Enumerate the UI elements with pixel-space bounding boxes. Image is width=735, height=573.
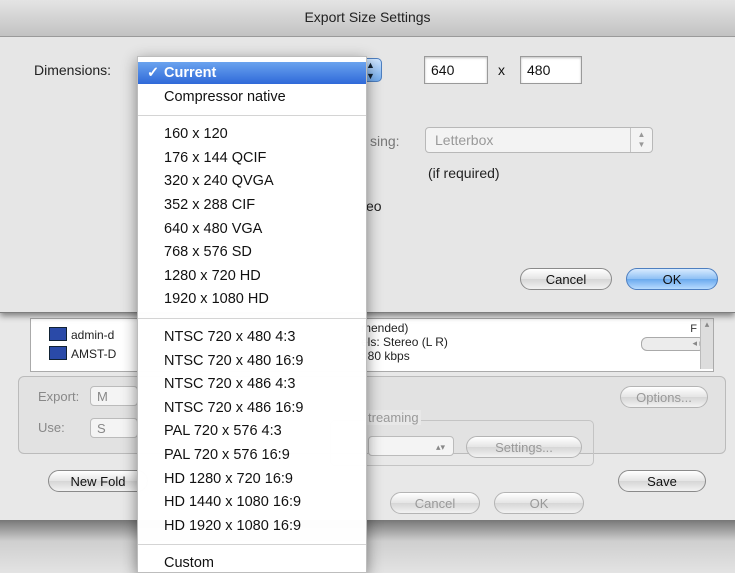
menu-item[interactable]: NTSC 720 x 480 16:9 [138,350,366,372]
file-item-1-label: admin-d [71,328,115,342]
file-info-line-1: mended) [361,321,409,335]
menu-item-label: Custom [164,555,214,572]
resizing-popup[interactable]: Letterbox ▲ ▼ [425,127,653,153]
chevron-down-icon: ▼ [366,71,375,81]
ok-button[interactable]: OK [626,268,718,290]
streaming-legend: treaming [366,410,421,425]
menu-item[interactable]: 352 x 288 CIF [138,194,366,216]
menu-item[interactable]: HD 1440 x 1080 16:9 [138,491,366,513]
menu-item[interactable]: HD 1920 x 1080 16:9 [138,515,366,537]
use-popup[interactable]: S [90,418,138,438]
cancel-button[interactable]: Cancel [520,268,612,290]
menu-item-label: NTSC 720 x 486 4:3 [164,376,296,393]
menu-item[interactable]: 1280 x 720 HD [138,265,366,287]
file-info-line-2: els: Stereo (L R) [361,335,448,349]
bg-ok-button[interactable]: OK [494,492,584,514]
if-required-note: (if required) [428,165,500,181]
menu-item-label: NTSC 720 x 486 16:9 [164,399,304,416]
menu-item[interactable]: ✓ Current [138,62,366,84]
menu-item[interactable]: NTSC 720 x 486 16:9 [138,397,366,419]
options-button[interactable]: Options... [620,386,708,408]
menu-item-label: 320 x 240 QVGA [164,173,274,190]
monitor-icon [49,346,67,360]
menu-item-label: 768 x 576 SD [164,244,252,261]
checkmark-icon: ✓ [147,65,160,81]
file-list-column-label: F [690,323,697,335]
export-size-settings-sheet: Export Size Settings Dimensions: ▲ ▼ 640 … [0,0,735,313]
menu-item[interactable]: NTSC 720 x 486 4:3 [138,373,366,395]
menu-separator [138,115,366,117]
file-item-1[interactable]: admin-d [49,327,114,342]
menu-item-label: Compressor native [164,88,286,105]
resizing-label: sing: [370,133,400,149]
chevron-up-icon: ▲ [366,60,375,70]
menu-item-label: Current [164,65,217,81]
menu-item[interactable]: Custom [138,552,366,572]
menu-item-label: 176 x 144 QCIF [164,149,267,166]
popup-arrows-icon: ▲ ▼ [630,128,652,152]
menu-item-label: 1920 x 1080 HD [164,291,269,308]
menu-item[interactable]: NTSC 720 x 480 4:3 [138,326,366,348]
file-item-2[interactable]: AMST-D [49,346,116,360]
menu-item[interactable]: PAL 720 x 576 4:3 [138,420,366,442]
menu-item-label: HD 1280 x 720 16:9 [164,470,293,487]
menu-item[interactable]: Compressor native [138,86,366,108]
file-info-line-3: : 80 kbps [361,349,410,363]
horizontal-scrollbar[interactable]: ◂ ▸ [641,337,705,351]
sheet-title: Export Size Settings [0,0,735,37]
menu-item-label: 352 x 288 CIF [164,197,256,213]
menu-item-label: PAL 720 x 576 4:3 [164,423,282,440]
menu-item[interactable]: 640 x 480 VGA [138,218,366,240]
window-bottom-strip [0,520,735,573]
bg-cancel-button[interactable]: Cancel [390,492,480,514]
menu-item[interactable]: 1920 x 1080 HD [138,288,366,310]
menu-item-label: 640 x 480 VGA [164,220,263,237]
file-item-2-label: AMST-D [71,347,117,360]
menu-item-label: HD 1440 x 1080 16:9 [164,494,302,511]
monitor-icon [49,327,67,341]
menu-item-label: HD 1920 x 1080 16:9 [164,517,302,534]
partial-option-label: eo [366,198,382,214]
menu-item-label: 160 x 120 [164,126,228,143]
times-sign: x [498,62,505,78]
menu-item-label: PAL 720 x 576 16:9 [164,447,290,463]
height-field[interactable]: 480 [520,56,582,84]
menu-item-label: NTSC 720 x 480 4:3 [164,329,296,345]
menu-item-label: NTSC 720 x 480 16:9 [164,352,304,369]
resizing-popup-value: Letterbox [435,132,494,148]
settings-button[interactable]: Settings... [466,436,582,458]
menu-item[interactable]: PAL 720 x 576 16:9 [138,444,366,466]
dimensions-menu[interactable]: ✓ Current Compressor native 160 x 120 176 x … [137,56,367,573]
streaming-popup[interactable]: ▴▾ [368,436,454,456]
menu-separator [138,544,366,546]
menu-item[interactable]: 320 x 240 QVGA [138,170,366,192]
export-popup[interactable]: M [90,386,138,406]
menu-item[interactable]: 160 x 120 [138,123,366,145]
use-label: Use: [38,420,65,435]
dimensions-label: Dimensions: [34,62,112,78]
export-label: Export: [38,389,80,404]
menu-item[interactable]: 176 x 144 QCIF [138,147,366,169]
file-list[interactable]: admin-d AMST-D mended) els: Stereo (L R)… [30,318,714,372]
width-field[interactable]: 640 [424,56,488,84]
vertical-scrollbar[interactable]: ▴ [700,319,713,369]
menu-item[interactable]: 768 x 576 SD [138,241,366,263]
menu-separator [138,318,366,319]
menu-item-label: 1280 x 720 HD [164,267,261,284]
save-button[interactable]: Save [618,470,706,492]
new-folder-button[interactable]: New Fold [48,470,148,492]
menu-item[interactable]: HD 1280 x 720 16:9 [138,468,366,490]
